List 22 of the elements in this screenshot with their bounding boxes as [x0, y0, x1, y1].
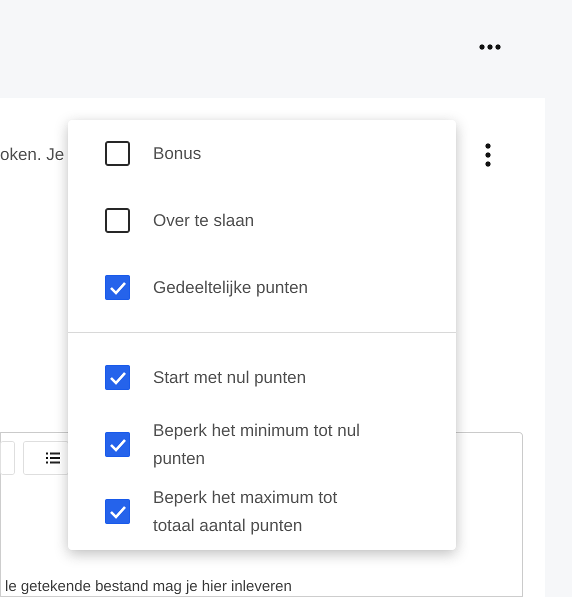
check-icon — [108, 370, 126, 384]
editor-text: le getekende bestand mag je hier inleveren — [5, 578, 292, 595]
menu-item[interactable]: Over te slaan — [68, 187, 456, 254]
kebab-button[interactable] — [483, 142, 493, 168]
checkbox[interactable] — [105, 141, 130, 166]
menu-item[interactable]: Start met nul punten — [68, 344, 456, 411]
checkbox[interactable] — [105, 432, 130, 457]
check-icon — [108, 438, 126, 452]
list-icon — [46, 452, 60, 464]
checkbox[interactable] — [105, 499, 130, 524]
menu-item[interactable]: Beperk het minimum tot nul punten — [68, 411, 456, 478]
kebab-icon — [485, 143, 491, 167]
check-icon — [108, 280, 126, 294]
question-text: oken. Je — [0, 144, 64, 166]
check-icon — [108, 504, 126, 518]
checkbox[interactable] — [105, 275, 130, 300]
menu-item[interactable]: Beperk het maximum tot totaal aantal punten — [68, 478, 456, 545]
more-icon — [479, 44, 501, 50]
checkbox[interactable] — [105, 365, 130, 390]
menu-item[interactable]: Gedeeltelijke punten — [68, 254, 456, 321]
menu-item[interactable]: Bonus — [68, 120, 456, 187]
checkbox[interactable] — [105, 208, 130, 233]
